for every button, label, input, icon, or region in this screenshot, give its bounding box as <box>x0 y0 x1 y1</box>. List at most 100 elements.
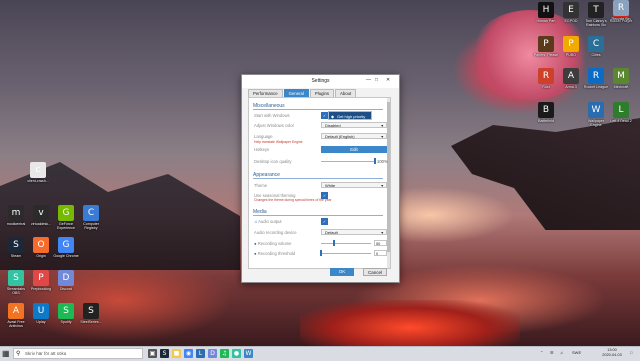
puzzle-icon: v <box>33 205 49 221</box>
theme-value: White <box>325 183 336 188</box>
ok-button[interactable]: OK <box>330 268 354 276</box>
audio-device-value: Default <box>325 230 338 235</box>
audio-device-select[interactable]: Default ▼ <box>321 229 387 235</box>
recording-volume-slider[interactable] <box>321 243 371 244</box>
desktop-icon-label: Avast Free Antivirus <box>7 320 25 328</box>
desktop-shortcut-right-13[interactable]: B Battlefield <box>533 102 559 123</box>
tab-about[interactable]: About <box>335 89 357 97</box>
desktop-shortcut-left-4[interactable]: C Computer Registry <box>78 205 104 230</box>
audio-output-label: ♫ Audio output <box>254 219 282 224</box>
network-icon[interactable]: ☰ <box>550 350 554 355</box>
panel-scrollbar[interactable] <box>387 98 390 268</box>
cancel-button[interactable]: Cancel <box>363 268 387 276</box>
desktop-shortcut-right-1[interactable]: E EGPOD <box>558 2 584 23</box>
close-icon[interactable]: ✕ <box>386 77 390 83</box>
desktop-icon-label: Wallpaper Engine <box>587 119 605 127</box>
l4d-icon: L <box>613 102 629 118</box>
taskbar-wallpaper-engine-icon[interactable]: W <box>244 349 253 358</box>
gear-icon: C <box>83 205 99 221</box>
minimize-icon[interactable]: — <box>366 77 371 83</box>
volume-icon[interactable]: ♫ <box>560 350 563 355</box>
minecraft-icon: M <box>613 68 629 84</box>
desktop-shortcut-left-10[interactable]: D Discord <box>53 270 79 291</box>
desktop-shortcut-right-8[interactable]: R Rust <box>533 68 559 89</box>
desktop-icon-label: EGPOD <box>564 19 578 23</box>
desktop-shortcut-left-14[interactable]: S SteelSeries... <box>78 303 104 324</box>
taskbar-app-icon[interactable]: L <box>196 349 205 358</box>
tab-performance[interactable]: Performance <box>248 89 283 97</box>
document-icon: c <box>30 162 46 178</box>
scrollbar-thumb[interactable] <box>387 102 390 252</box>
desktop-shortcut-right-0[interactable]: H Hitman Part <box>533 2 559 23</box>
desktop-shortcut-right-5[interactable]: P PUBG <box>558 36 584 57</box>
desktop-shortcut-left-2[interactable]: v virtualdesk... <box>28 205 54 226</box>
tray-chevron-icon[interactable]: ⌃ <box>540 350 543 355</box>
taskbar-spotify-icon[interactable]: ♫ <box>220 349 229 358</box>
desktop-shortcut-left-13[interactable]: S Spotify <box>53 303 79 324</box>
translate-link[interactable]: Help translate Wallpaper Engine <box>254 140 303 144</box>
desktop-shortcut-right-4[interactable]: P Papers, Please <box>533 36 559 57</box>
desktop-shortcut-right-2[interactable]: T Tom Clancy's Rainbow Six <box>583 2 609 27</box>
origin-icon: O <box>33 237 49 253</box>
icon-quality-slider-handle[interactable] <box>374 158 376 164</box>
start-with-windows-checkbox[interactable]: ✓ <box>321 112 328 119</box>
dialog-titlebar[interactable]: Settings — □ ✕ <box>242 75 399 88</box>
recording-threshold-slider[interactable] <box>321 253 371 254</box>
desktop-shortcut-left-8[interactable]: S Streamlabs OBS <box>3 270 29 295</box>
recording-volume-input[interactable]: 50 <box>374 240 387 246</box>
desktop-icon-label: Minecraft <box>613 85 629 89</box>
nvidia-icon: G <box>58 205 74 221</box>
taskbar-search[interactable]: ⚲ Skriv här för att söka <box>13 348 143 359</box>
desktop-icon-label: modicentral <box>6 222 26 226</box>
desktop-icon-label: Steam <box>10 254 22 258</box>
desktop-shortcut-right-12[interactable]: L Left 4 Dead 2 <box>608 102 634 123</box>
chevron-down-icon: ▼ <box>380 135 384 139</box>
desktop-shortcut-right-6[interactable]: C Cities <box>583 36 609 57</box>
taskbar-discord-icon[interactable]: D <box>208 349 217 358</box>
icon-quality-slider[interactable] <box>321 161 375 162</box>
desktop-shortcut-right-9[interactable]: R Rocket League <box>583 68 609 89</box>
windows-start-icon[interactable]: ▦ <box>2 349 11 358</box>
desktop-shortcut-left-3[interactable]: G GeForce Experience <box>53 205 79 230</box>
search-icon: ⚲ <box>16 351 21 357</box>
desktop-shortcut-right-11[interactable]: W Wallpaper Engine <box>583 102 609 127</box>
recording-threshold-input[interactable]: 0 <box>374 250 387 256</box>
tray-language[interactable]: SWE <box>572 350 581 355</box>
taskbar-chrome-icon[interactable]: ◉ <box>184 349 193 358</box>
desktop-shortcut-left-5[interactable]: S Steam <box>3 237 29 258</box>
desktop-shortcut-right-14[interactable]: R Recycle Bin <box>608 0 634 21</box>
desktop-shortcut-right-7[interactable]: A Arma 3 <box>558 68 584 89</box>
uplay-icon: U <box>33 303 49 319</box>
desktop-shortcut-left-7[interactable]: G Google Chrome <box>53 237 79 258</box>
task-view-icon[interactable]: ▣ <box>148 349 157 358</box>
taskbar-clock[interactable]: 13:00 2020-04-03 <box>598 348 626 358</box>
desktop-icon-label: Discord <box>59 287 73 291</box>
tab-plugins[interactable]: Plugins <box>309 89 334 97</box>
file-explorer-icon[interactable]: ■ <box>172 349 181 358</box>
theme-select[interactable]: White ▼ <box>321 182 387 188</box>
desktop-icon-label: client-crash... <box>27 179 49 183</box>
prep-icon: P <box>33 270 49 286</box>
recording-volume-handle[interactable] <box>332 240 335 246</box>
adjust-colors-select[interactable]: Disabled ▼ <box>321 122 387 128</box>
desktop-shortcut-left-9[interactable]: P Prepbooking <box>28 270 54 291</box>
hotkeys-edit-button[interactable]: Edit <box>321 146 387 153</box>
desktop-shortcut-left-12[interactable]: U Uplay <box>28 303 54 324</box>
notification-icon[interactable]: □ <box>630 350 632 355</box>
general-panel: Miscellaneous Start with Windows ✓ Adjus… <box>248 97 391 269</box>
desktop-shortcut-left-0[interactable]: c client-crash... <box>25 162 51 183</box>
taskbar-obs-icon[interactable]: ● <box>232 349 241 358</box>
language-select[interactable]: Default (English) ▼ <box>321 133 387 139</box>
desktop-shortcut-left-1[interactable]: m modicentral <box>3 205 29 226</box>
discord-icon: D <box>58 270 74 286</box>
desktop-shortcut-right-10[interactable]: M Minecraft <box>608 68 634 89</box>
tab-general[interactable]: General <box>283 89 309 97</box>
taskbar-steam-icon[interactable]: S <box>160 349 169 358</box>
r6-icon: T <box>588 2 604 18</box>
desktop-shortcut-left-6[interactable]: O Origin <box>28 237 54 258</box>
recording-threshold-handle[interactable] <box>320 250 322 256</box>
desktop-icon-label: SteelSeries... <box>80 320 102 324</box>
audio-output-checkbox[interactable]: ✓ <box>321 218 328 225</box>
desktop-shortcut-left-11[interactable]: A Avast Free Antivirus <box>3 303 29 328</box>
maximize-icon[interactable]: □ <box>375 77 378 83</box>
